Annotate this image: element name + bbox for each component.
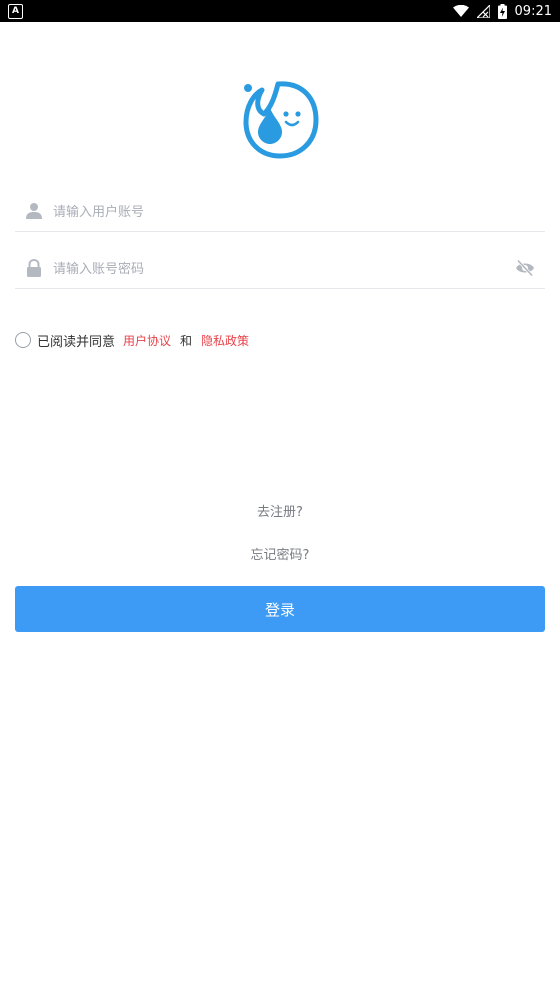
agreement-and-text: 和 <box>180 333 193 348</box>
password-input[interactable] <box>51 254 505 284</box>
login-button[interactable]: 登录 <box>15 586 545 632</box>
notification-a-icon: A <box>8 4 23 19</box>
agreement-row: 已阅读并同意 用户协议 和 隐私政策 <box>15 330 249 350</box>
forgot-password-link[interactable]: 忘记密码? <box>0 544 560 563</box>
password-field <box>15 248 545 289</box>
user-icon <box>26 203 42 219</box>
user-agreement-link[interactable]: 用户协议 <box>123 332 171 349</box>
water-drop-mascot-logo <box>243 81 319 159</box>
signal-icon <box>476 4 490 18</box>
register-link[interactable]: 去注册? <box>0 501 560 520</box>
battery-charging-icon <box>497 3 507 19</box>
agreement-text: 已阅读并同意 <box>37 334 116 350</box>
username-field <box>15 191 545 232</box>
status-time: 09:21 <box>514 3 552 19</box>
status-bar: A 09:21 <box>0 0 560 22</box>
username-input[interactable] <box>51 197 505 227</box>
lock-icon <box>27 259 41 277</box>
eye-hidden-icon[interactable] <box>515 259 535 277</box>
agreement-checkbox[interactable] <box>15 332 31 348</box>
wifi-icon <box>452 5 469 17</box>
privacy-policy-link[interactable]: 隐私政策 <box>201 332 249 349</box>
status-bar-right: 09:21 <box>452 0 552 22</box>
